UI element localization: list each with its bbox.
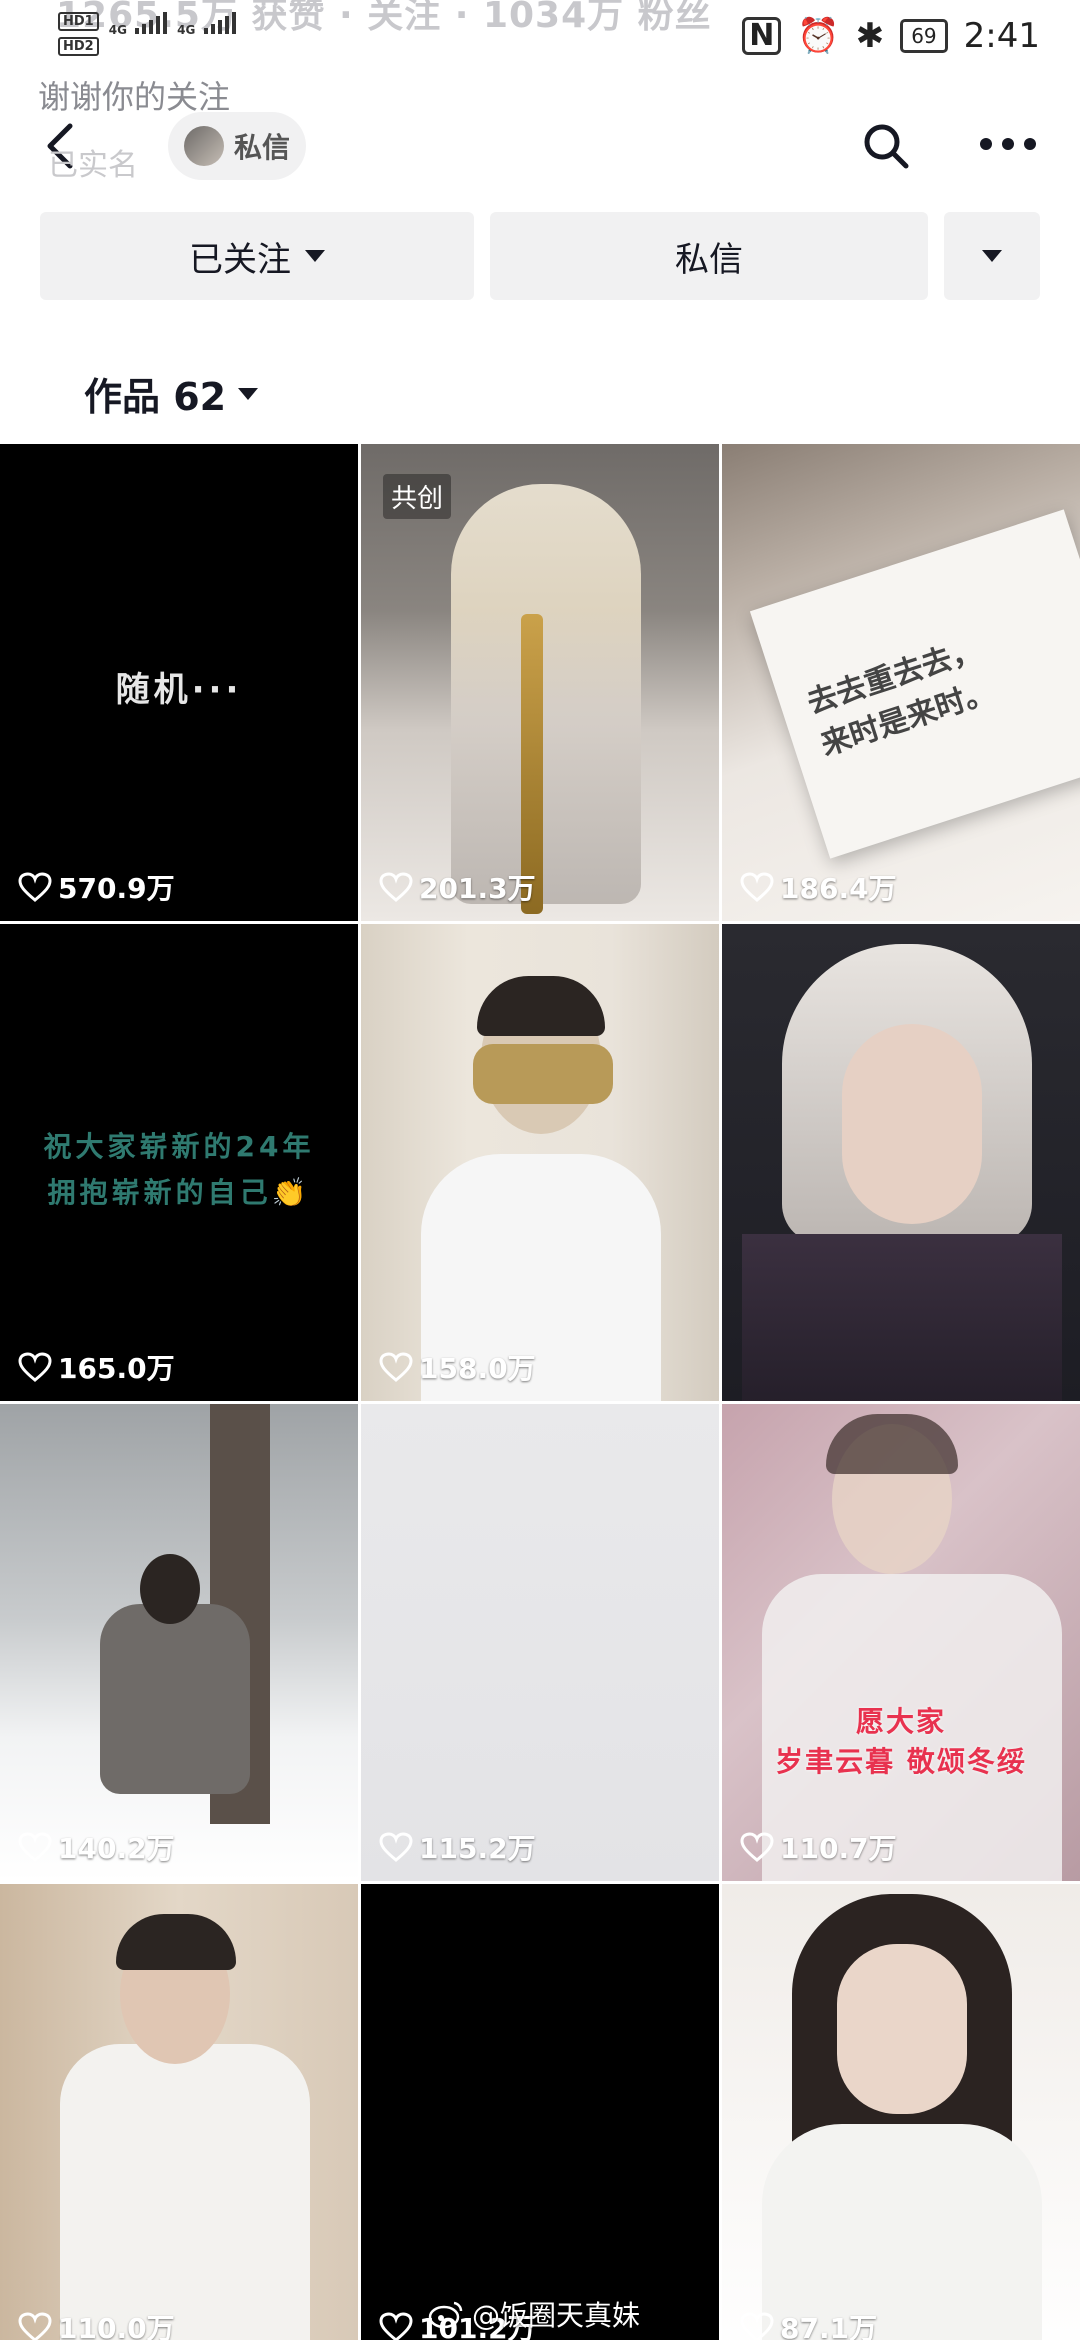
thumbnail-image-detail: [140, 1554, 200, 1624]
video-thumbnail[interactable]: 共创 201.3万: [361, 444, 719, 921]
network-type-1: 4G: [108, 23, 127, 37]
caption-line: 岁聿云暮 敬颂冬绥: [775, 1745, 1027, 1778]
like-count: 186.4万: [740, 867, 897, 907]
expand-recommendations-button[interactable]: [944, 212, 1040, 300]
heart-icon: [18, 1352, 52, 1382]
verified-real-name: 已实名: [48, 148, 138, 183]
like-count: 110.7万: [740, 1827, 897, 1867]
message-label: 私信: [675, 239, 743, 280]
heart-icon: [18, 872, 52, 902]
like-count: 570.9万: [18, 867, 175, 907]
like-count: 140.2万: [18, 1827, 175, 1867]
video-thumbnail[interactable]: 愿大家 岁聿云暮 敬颂冬绥 110.7万: [722, 1404, 1080, 1881]
heart-icon: [379, 872, 413, 902]
caret-down-icon: [982, 250, 1002, 262]
signal-1: 4G: [108, 12, 168, 37]
heart-icon: [740, 2312, 774, 2340]
like-count-value: 87.1万: [780, 2312, 878, 2340]
thumbnail-image: [451, 484, 641, 904]
hd-indicator: HD1 HD2: [58, 12, 99, 62]
like-count-value: 115.2万: [419, 1832, 536, 1865]
caption-line: 拥抱崭新的自己👏: [47, 1176, 311, 1209]
thumbnail-image: [60, 2044, 310, 2340]
signal-bars-1-icon: [135, 12, 168, 34]
status-bar: 1265.5万 获赞 · 关注 · 1034万 粉丝 HD1 HD2 4G 4G…: [0, 0, 1080, 80]
video-thumbnail[interactable]: [722, 924, 1080, 1401]
like-count: 201.3万: [379, 867, 536, 907]
following-label: 已关注: [189, 239, 291, 280]
thumbnail-image-detail: [116, 1914, 236, 1970]
video-thumbnail[interactable]: 101.2万: [361, 1884, 719, 2340]
video-thumbnail[interactable]: 随机··· 570.9万: [0, 444, 358, 921]
like-count-value: 110.7万: [780, 1832, 897, 1865]
thumbnail-image-detail: [842, 1024, 982, 1224]
header-message-pill[interactable]: 私信: [168, 112, 306, 180]
heart-icon: [379, 2312, 413, 2340]
heart-icon: [379, 1352, 413, 1382]
like-count: 158.0万: [379, 1347, 536, 1387]
heart-icon: [18, 2312, 52, 2340]
avatar: [184, 126, 224, 166]
like-count: 110.0万: [18, 2307, 175, 2340]
video-thumbnail[interactable]: 87.1万: [722, 1884, 1080, 2340]
nfc-icon: N: [742, 17, 782, 55]
video-thumbnail[interactable]: 115.2万: [361, 1404, 719, 1881]
thumbnail-image-detail: [826, 1414, 958, 1474]
thumbnail-image-detail: [742, 1234, 1062, 1401]
thumbnail-caption: 愿大家 岁聿云暮 敬颂冬绥: [722, 1702, 1080, 1782]
like-count: 87.1万: [740, 2307, 877, 2340]
like-count-value: 570.9万: [58, 872, 175, 905]
like-count-value: 110.0万: [58, 2312, 175, 2340]
heart-icon: [740, 1832, 774, 1862]
hd1-label: HD1: [58, 12, 99, 31]
search-icon[interactable]: [862, 122, 910, 170]
clock: 2:41: [963, 16, 1040, 56]
thumbnail-caption: 随机···: [115, 670, 243, 710]
watermark-text: @饭圈天真妹: [472, 2299, 641, 2332]
like-count-value: 165.0万: [58, 1352, 175, 1385]
hd2-label: HD2: [58, 37, 99, 56]
like-count-value: 186.4万: [780, 872, 897, 905]
works-count-label: 作品 62: [84, 375, 227, 419]
thumbnail-image-detail: [473, 1044, 613, 1104]
heart-icon: [740, 872, 774, 902]
status-left: HD1 HD2 4G 4G: [58, 12, 236, 62]
video-thumbnail[interactable]: 140.2万: [0, 1404, 358, 1881]
signal-bars-2-icon: [203, 12, 236, 34]
caret-down-icon: [305, 250, 325, 262]
alarm-icon: ⏰: [797, 16, 840, 56]
video-thumbnail[interactable]: 110.0万: [0, 1884, 358, 2340]
caption-line: 祝大家崭新的24年: [43, 1130, 315, 1163]
like-count-value: 158.0万: [419, 1352, 536, 1385]
bluetooth-icon: ✱: [855, 16, 885, 56]
video-thumbnail[interactable]: 158.0万: [361, 924, 719, 1401]
co-creation-badge: 共创: [383, 474, 452, 519]
video-thumbnail[interactable]: 去去重去去， 来时是来时。 186.4万: [722, 444, 1080, 921]
like-count: 115.2万: [379, 1827, 536, 1867]
heart-icon: [18, 1832, 52, 1862]
following-button[interactable]: 已关注: [40, 212, 474, 300]
weibo-watermark: @饭圈天真妹: [428, 2294, 640, 2334]
status-right: N ⏰ ✱ 69 2:41: [742, 16, 1040, 56]
thumbnail-caption: 祝大家崭新的24年 拥抱崭新的自己👏: [0, 1124, 358, 1216]
like-count: 165.0万: [18, 1347, 175, 1387]
caret-down-icon: [238, 387, 259, 400]
more-options-icon[interactable]: [980, 138, 1036, 154]
heart-icon: [379, 1832, 413, 1862]
message-button[interactable]: 私信: [490, 212, 928, 300]
works-tab[interactable]: 作品 62: [84, 366, 259, 421]
weibo-icon: [428, 2301, 463, 2329]
video-thumbnail[interactable]: 祝大家崭新的24年 拥抱崭新的自己👏 165.0万: [0, 924, 358, 1401]
like-count-value: 140.2万: [58, 1832, 175, 1865]
header-message-label: 私信: [234, 131, 291, 164]
thumbnail-image-detail: [477, 976, 605, 1036]
video-grid: 随机··· 570.9万 共创 201.3万 去去重去去， 来时是来时。 186…: [0, 444, 1080, 2340]
caption-line: 愿大家: [855, 1705, 946, 1738]
network-type-2: 4G: [177, 23, 196, 37]
thumbnail-image-detail: [837, 1944, 967, 2114]
like-count-value: 201.3万: [419, 872, 536, 905]
thumbnail-image-detail: [100, 1604, 250, 1794]
signal-2: 4G: [177, 12, 236, 37]
battery-icon: 69: [900, 19, 948, 53]
